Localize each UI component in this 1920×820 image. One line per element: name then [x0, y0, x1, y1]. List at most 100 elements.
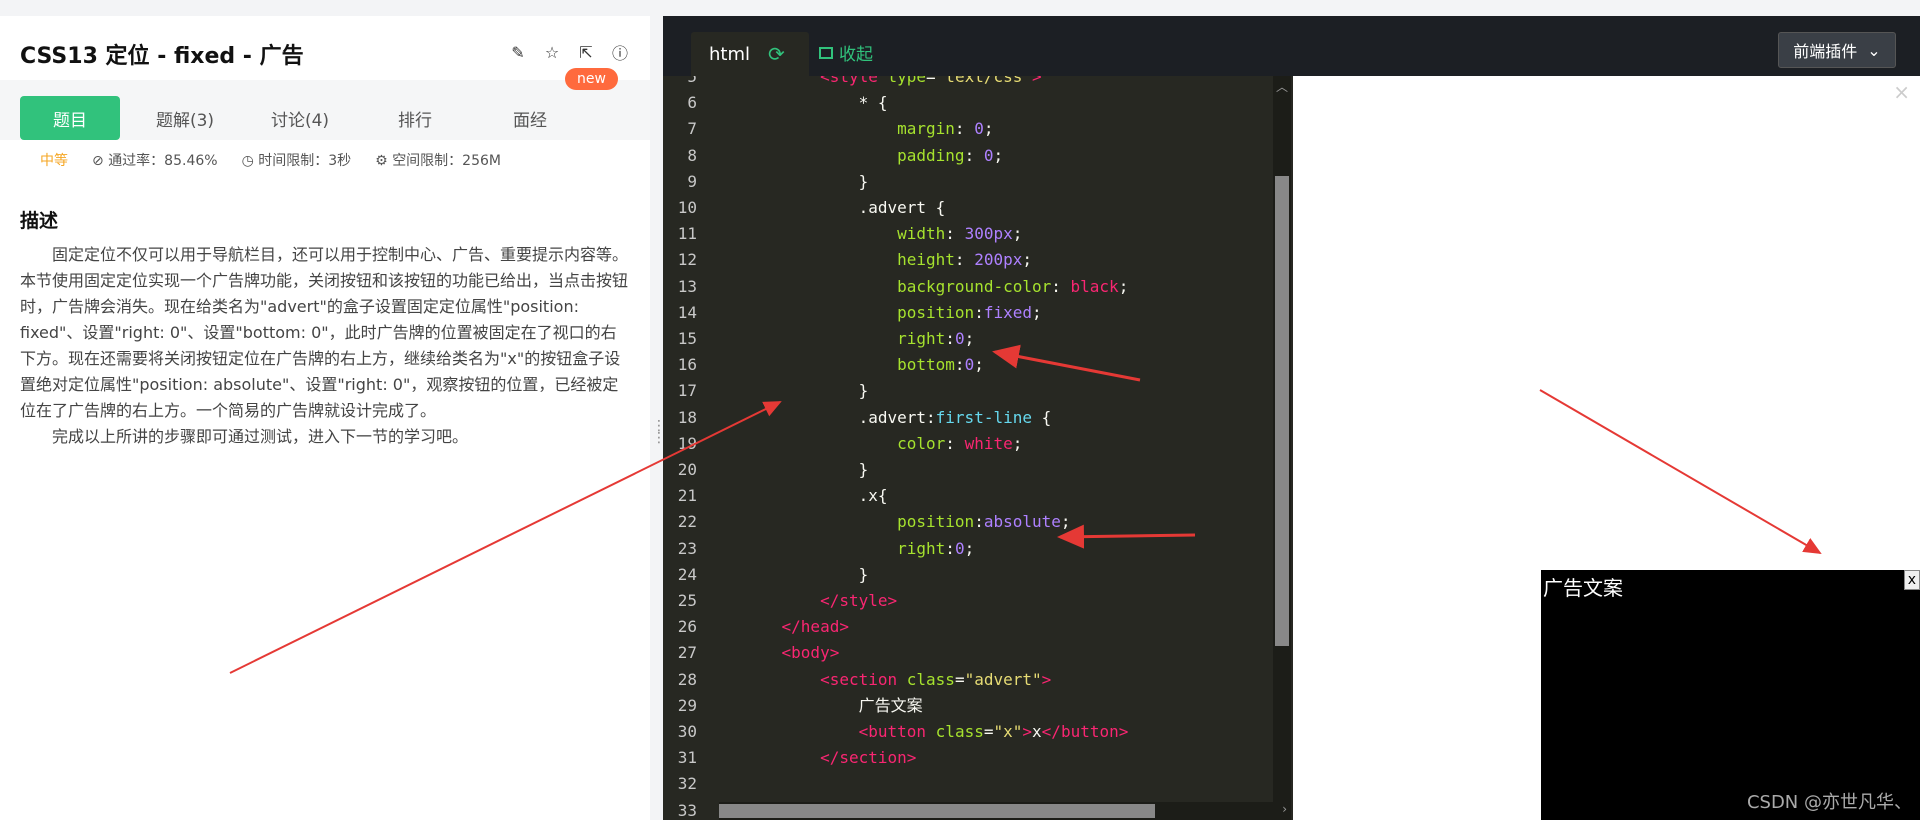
line-number: 15: [677, 329, 697, 348]
pass-rate-text: 通过率：85.46%: [108, 153, 218, 169]
close-icon[interactable]: ×: [1893, 80, 1910, 104]
code-line[interactable]: 11 width: 300px;: [663, 221, 1273, 247]
code-line[interactable]: 15 right:0;: [663, 326, 1273, 352]
title-row: CSS13 定位 - fixed - 广告 ✎ ☆ ⇱ ⓘ: [20, 38, 630, 70]
code-token: black: [1070, 276, 1119, 296]
problem-meta: 中等 ⊘ 通过率：85.46% ◷ 时间限制：3秒 ⚙ 空间限制：256M: [40, 150, 501, 170]
code-token: white: [964, 433, 1013, 453]
line-number: 30: [677, 722, 697, 741]
code-line[interactable]: 26 </head>: [663, 614, 1273, 640]
code-line[interactable]: 25 </style>: [663, 588, 1273, 614]
collapse-button[interactable]: 收起: [819, 40, 873, 65]
code-line[interactable]: 19 color: white;: [663, 431, 1273, 457]
code-token: 0: [964, 355, 975, 375]
line-content: .advert:first-line {: [743, 405, 1052, 431]
code-line[interactable]: 13 background-color: black;: [663, 274, 1273, 300]
code-token: 0: [954, 329, 965, 348]
code-line[interactable]: 17 }: [663, 378, 1273, 404]
line-number: 21: [677, 486, 697, 506]
frontend-plugin-dropdown[interactable]: 前端插件 ⌄: [1778, 32, 1896, 68]
code-line[interactable]: 29 广告文案: [663, 693, 1273, 719]
line-number: 28: [677, 669, 697, 689]
code-line[interactable]: 6 * {: [663, 90, 1273, 116]
code-token: class: [935, 722, 984, 741]
tab-interview[interactable]: 面经: [480, 96, 580, 140]
code-token: right: [897, 329, 946, 348]
vertical-scrollbar[interactable]: ︿ ﹀: [1273, 76, 1291, 820]
line-number: 10: [677, 198, 697, 217]
code-line[interactable]: 16 bottom:0;: [663, 352, 1273, 378]
description-body: 固定定位不仅可以用于导航栏目，还可以用于控制中心、广告、重要提示内容等。本节使用…: [20, 242, 628, 450]
share-icon[interactable]: ⇱: [576, 42, 596, 62]
advert-close-button[interactable]: x: [1903, 570, 1920, 590]
code-line[interactable]: 14 position:fixed;: [663, 300, 1273, 326]
line-number: 5: [687, 76, 697, 86]
line-content: position:absolute;: [743, 509, 1070, 535]
edit-icon[interactable]: ✎: [508, 42, 528, 62]
code-line[interactable]: 30 <button class="x">x</button>: [663, 719, 1273, 745]
panel-splitter[interactable]: ⋮ ⋮: [652, 419, 666, 456]
code-line[interactable]: 8 padding: 0;: [663, 143, 1273, 169]
code-token: 300px: [964, 224, 1013, 244]
line-number: 24: [677, 564, 697, 584]
code-area[interactable]: 5 <style type="text/css"> 6 * {7 margin: …: [663, 76, 1273, 820]
code-token: 0: [954, 538, 965, 558]
code-line[interactable]: 20 }: [663, 457, 1273, 483]
code-token: :: [954, 355, 965, 375]
code-token: <style: [820, 76, 878, 86]
code-line[interactable]: 32: [663, 771, 1273, 797]
code-line[interactable]: 10 .advert {: [663, 195, 1273, 221]
scroll-right-icon[interactable]: ›: [1282, 802, 1287, 816]
code-token: .advert {: [858, 198, 946, 217]
line-number: 31: [677, 748, 697, 768]
memory-limit-text: 空间限制：256M: [392, 153, 501, 169]
code-line[interactable]: 7 margin: 0;: [663, 116, 1273, 142]
code-line[interactable]: 27 <body>: [663, 640, 1273, 666]
code-token: :: [954, 250, 975, 270]
refresh-icon[interactable]: ⟳: [768, 42, 785, 66]
code-line[interactable]: 12 height: 200px;: [663, 247, 1273, 273]
clock-icon: ◷: [241, 153, 259, 169]
line-number: 22: [677, 512, 697, 532]
scrollbar-thumb[interactable]: [1275, 176, 1289, 646]
code-token: type: [887, 76, 927, 86]
code-line[interactable]: 28 <section class="advert">: [663, 667, 1273, 693]
scroll-up-icon[interactable]: ︿: [1276, 78, 1288, 95]
code-line[interactable]: 5 <style type="text/css">: [663, 76, 1273, 90]
hscrollbar-thumb[interactable]: [719, 804, 1155, 818]
code-token: =: [926, 76, 936, 86]
code-line[interactable]: 22 position:absolute;: [663, 509, 1273, 535]
line-content: width: 300px;: [743, 221, 1022, 247]
horizontal-scrollbar[interactable]: ›: [719, 802, 1289, 820]
code-line[interactable]: 9 }: [663, 169, 1273, 195]
code-line[interactable]: 24 }: [663, 562, 1273, 588]
tab-ranking[interactable]: 排行: [365, 96, 465, 140]
panel-icon: [819, 46, 833, 59]
code-token: <body>: [781, 643, 840, 663]
code-token: :: [945, 433, 965, 453]
code-line[interactable]: 18 .advert:first-line {: [663, 405, 1273, 431]
code-line[interactable]: 31 </section>: [663, 745, 1273, 771]
tab-discussion[interactable]: 讨论(4): [250, 96, 350, 140]
code-line[interactable]: 21 .x{: [663, 483, 1273, 509]
code-line[interactable]: 23 right:0;: [663, 536, 1273, 562]
tab-solutions[interactable]: 题解(3): [135, 96, 235, 140]
code-token: x: [1032, 722, 1042, 741]
code-token: padding: [897, 145, 965, 165]
plugin-label: 前端插件: [1793, 42, 1858, 61]
star-icon[interactable]: ☆: [542, 42, 562, 62]
info-icon[interactable]: ⓘ: [610, 42, 630, 63]
line-number: 29: [677, 695, 697, 715]
html-tab[interactable]: html ⟳: [691, 32, 809, 76]
code-token: ;: [1032, 302, 1042, 322]
tab-problem[interactable]: 题目: [20, 96, 120, 140]
